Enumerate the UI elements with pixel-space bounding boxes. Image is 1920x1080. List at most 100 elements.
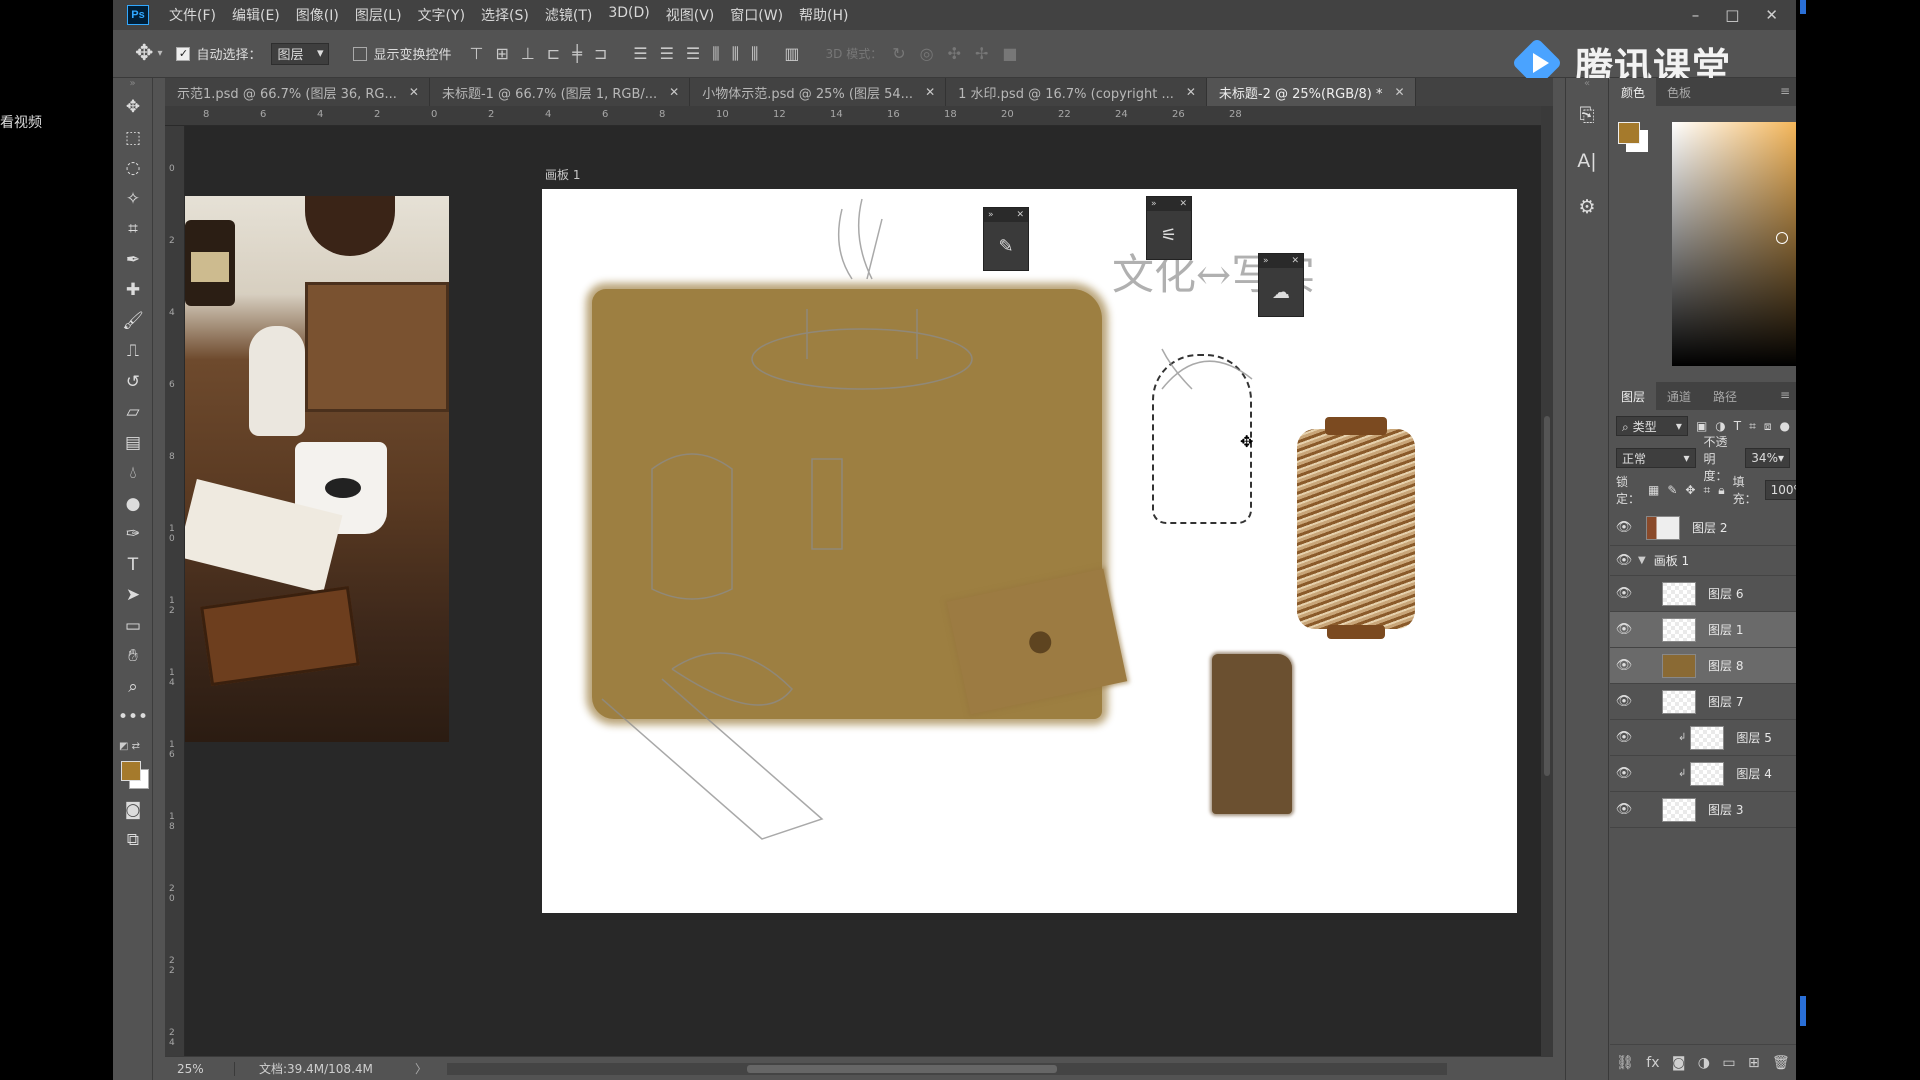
layer-style-icon[interactable]: fx [1646,1055,1659,1071]
menu-item[interactable]: 图层(L) [347,5,410,25]
filter-smart-icon[interactable]: ⧈ [1764,419,1772,434]
menu-item[interactable]: 3D(D) [600,5,657,25]
tool-preset-dropdown-icon[interactable]: ▾ [157,48,162,59]
close-icon[interactable]: ✕ [1179,199,1187,209]
lock-all-icon[interactable]: 🔒︎ [1718,483,1724,498]
menu-item[interactable]: 视图(V) [658,5,723,25]
menu-item[interactable]: 文字(Y) [410,5,473,25]
document-tab[interactable]: 未标题-1 @ 66.7% (图层 1, RGB/... ✕ [430,78,691,106]
visibility-eye-icon[interactable]: 👁︎ [1610,658,1638,673]
swap-colors-icon[interactable]: ◩ ⇄ [119,741,140,752]
artboard-label[interactable]: 画板 1 [545,166,580,183]
eraser-tool-icon[interactable]: ▱ [113,397,153,428]
align-hcenter-icon[interactable]: ╪ [572,44,582,64]
menu-item[interactable]: 选择(S) [473,5,537,25]
distribute-top-icon[interactable]: ☰ [633,44,647,64]
filter-type-icon[interactable]: T [1734,419,1741,433]
zoom-tool-icon[interactable]: ⌕ [113,672,153,703]
panel-tab[interactable]: 图层 [1610,382,1657,410]
auto-align-icon[interactable]: ▥ [784,44,799,64]
color-panel-foreground-swatch[interactable] [1618,122,1640,144]
layer-row[interactable]: 👁︎ ↲ 图层 5 [1610,720,1796,756]
move-tool-icon[interactable]: ✥ [113,92,153,123]
close-icon[interactable]: ✕ [1291,256,1299,266]
panel-tab[interactable]: 通道 [1656,382,1702,410]
new-layer-icon[interactable]: ⊞ [1748,1055,1760,1071]
close-icon[interactable]: ✕ [1186,85,1196,99]
auto-select-checkbox[interactable]: ✓ [176,46,191,61]
horizontal-scrollbar[interactable] [447,1062,1448,1075]
path-selection-tool-icon[interactable]: ➤ [113,580,153,611]
delete-layer-icon[interactable]: 🗑︎ [1772,1055,1790,1071]
close-icon[interactable]: ✕ [669,85,679,99]
visibility-eye-icon[interactable]: 👁︎ [1610,694,1638,709]
align-vcenter-icon[interactable]: ⊞ [495,44,508,64]
layer-row[interactable]: 👁︎ 图层 2 [1610,510,1796,546]
maximize-icon[interactable]: □ [1725,6,1739,24]
hand-tool-icon[interactable]: ✋︎ [113,641,153,672]
document-tab[interactable]: 1 水印.psd @ 16.7% (copyright ... ✕ [946,78,1207,106]
collapse-icon[interactable]: » [1263,256,1269,266]
quick-mask-icon[interactable]: ◙ [113,795,153,826]
brush-tool-icon[interactable]: 🖌︎ [113,306,153,337]
link-layers-icon[interactable]: ⛓ [1616,1055,1634,1071]
new-adjustment-icon[interactable]: ◑ [1698,1055,1710,1071]
gradient-tool-icon[interactable]: ▤ [113,428,153,459]
canvas-area[interactable]: 画板 1 文化↔写实 ✥ » ✕ ✎ » ✕ ⚟ » ✕ ☁ [185,126,1541,1056]
layer-row[interactable]: 👁︎ 图层 3 [1610,792,1796,828]
scale-3d-icon[interactable]: ■ [1002,44,1017,63]
orbit-3d-icon[interactable]: ↻ [892,44,905,63]
visibility-eye-icon[interactable]: 👁︎ [1610,730,1638,745]
artboard[interactable]: 文化↔写实 ✥ » ✕ ✎ » ✕ ⚟ » ✕ ☁ [542,189,1517,913]
document-tab[interactable]: 示范1.psd @ 66.7% (图层 36, RG... ✕ [165,78,430,106]
document-tab[interactable]: 小物体示范.psd @ 25% (图层 54... ✕ [690,78,947,106]
visibility-eye-icon[interactable]: 👁︎ [1610,802,1638,817]
layer-row[interactable]: 👁︎ ↲ 图层 4 [1610,756,1796,792]
menu-item[interactable]: 滤镜(T) [537,5,600,25]
distribute-right-icon[interactable]: ⫼ [751,44,758,64]
menu-item[interactable]: 帮助(H) [791,5,856,25]
healing-brush-tool-icon[interactable]: ✚ [113,275,153,306]
menu-item[interactable]: 图像(I) [288,5,347,25]
slide-3d-icon[interactable]: ✢ [975,44,988,63]
close-icon[interactable]: ✕ [1394,85,1404,99]
eyedropper-tool-icon[interactable]: ✒ [113,245,153,276]
move-tool-icon[interactable]: ✥ [135,41,153,66]
filter-shape-icon[interactable]: ⌗ [1749,419,1756,434]
close-icon[interactable]: ✕ [1765,6,1778,24]
filter-pixel-icon[interactable]: ▣ [1696,419,1707,433]
align-top-icon[interactable]: ⊤ [470,44,484,64]
document-tab[interactable]: 未标题-2 @ 25%(RGB/8) * ✕ [1206,78,1416,106]
history-panel-icon[interactable]: ⎘ [1566,92,1608,138]
vertical-scrollbar[interactable] [1541,106,1553,1056]
layer-row[interactable]: 👁︎ 图层 1 [1610,612,1796,648]
distribute-vcenter-icon[interactable]: ☰ [660,44,674,64]
visibility-eye-icon[interactable]: 👁︎ [1610,520,1638,535]
panel-menu-icon[interactable]: ≡ [1780,388,1790,402]
magic-wand-tool-icon[interactable]: ✧ [113,184,153,215]
drag-3d-icon[interactable]: ✣ [948,44,961,63]
panel-tab[interactable]: 路径 [1702,382,1748,410]
panel-tab[interactable]: 颜色 [1610,78,1657,106]
align-right-icon[interactable]: ⊐ [594,44,607,64]
blur-tool-icon[interactable]: 💧︎ [113,458,153,489]
menu-item[interactable]: 编辑(E) [224,5,288,25]
character-panel-icon[interactable]: A| [1566,138,1608,184]
floating-brush-panel[interactable]: » ✕ ✎ [983,207,1029,271]
collapse-icon[interactable]: » [1151,199,1157,209]
status-menu-icon[interactable]: 〉 [415,1060,427,1077]
mores-tool-icon[interactable]: ••• [113,702,153,733]
toolbar-grip-icon[interactable]: » [113,78,152,92]
layer-row[interactable]: 👁︎ 图层 6 [1610,576,1796,612]
lasso-tool-icon[interactable]: ◌ [113,153,153,184]
show-transform-checkbox[interactable] [353,46,368,61]
menu-item[interactable]: 窗口(W) [722,5,791,25]
color-picker-handle[interactable] [1776,232,1788,244]
collapse-panels-icon[interactable]: « [1566,78,1608,92]
floating-cloud-panel[interactable]: » ✕ ☁ [1258,253,1304,317]
fill-input[interactable]: 100% ▾ [1764,480,1796,500]
visibility-eye-icon[interactable]: 👁︎ [1610,622,1638,637]
libraries-icon[interactable]: ☁ [1259,268,1303,316]
floating-adjust-panel[interactable]: » ✕ ⚟ [1146,196,1192,260]
properties-panel-icon[interactable]: ⚙ [1566,184,1608,230]
